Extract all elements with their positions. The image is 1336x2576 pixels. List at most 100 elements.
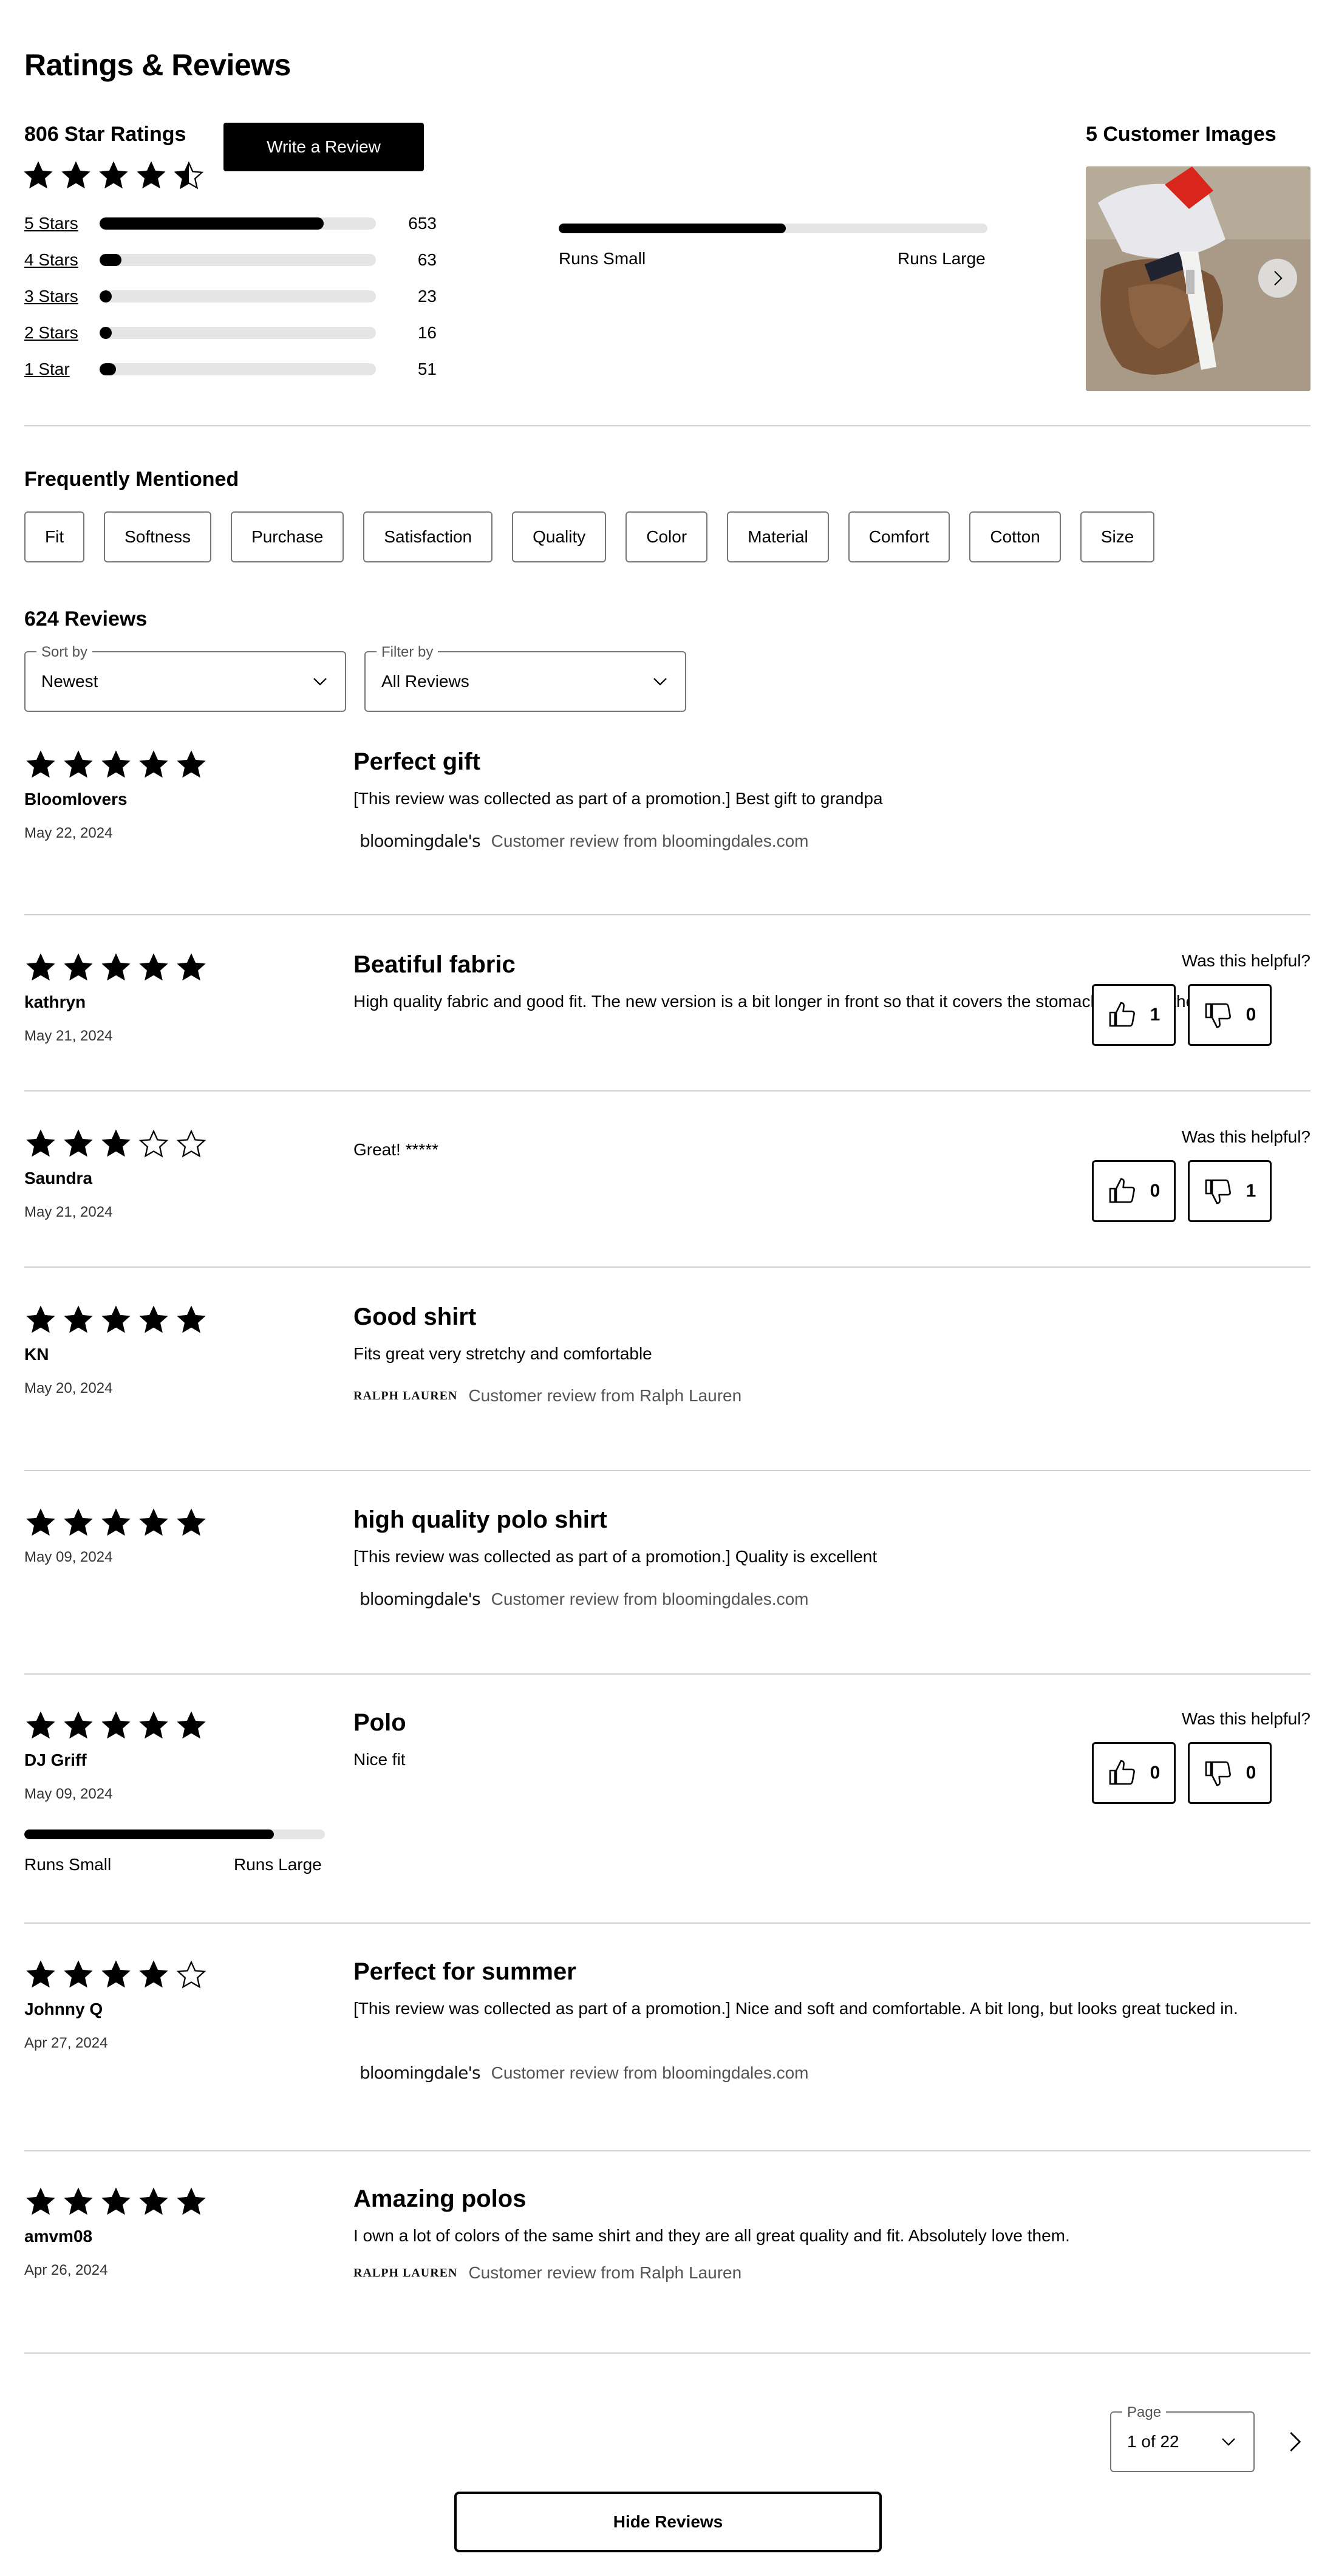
star-icon	[175, 951, 208, 984]
tag-chip[interactable]: Material	[727, 511, 829, 562]
page-select[interactable]: Page 1 of 22	[1110, 2404, 1255, 2472]
star-icon	[137, 1506, 170, 1539]
rating-bar-fill	[100, 217, 324, 230]
review-author: DJ Griff	[24, 1751, 87, 1769]
thumbs-up-icon	[1108, 1758, 1137, 1788]
divider	[24, 425, 1310, 426]
helpful-yes-button[interactable]: 1	[1092, 984, 1176, 1046]
rating-bar	[100, 217, 376, 230]
thumbs-up-icon	[1108, 1000, 1137, 1030]
star-icon	[137, 951, 170, 984]
rating-bar	[100, 290, 376, 302]
divider	[24, 1266, 1310, 1268]
helpful-label: Was this helpful?	[1181, 1127, 1310, 1146]
tag-chip[interactable]: Purchase	[231, 511, 344, 562]
star-icon	[62, 748, 95, 781]
review-author: Bloomlovers	[24, 790, 128, 808]
next-page-button[interactable]	[1280, 2424, 1309, 2460]
rating-row-label[interactable]: 3 Stars	[24, 287, 100, 306]
rating-row-label[interactable]: 4 Stars	[24, 250, 100, 270]
rating-row-label[interactable]: 1 Star	[24, 360, 100, 379]
review-fit-min-label: Runs Small	[24, 1855, 112, 1874]
divider	[24, 2150, 1310, 2151]
tag-chip[interactable]: Cotton	[969, 511, 1061, 562]
helpful-no-button[interactable]: 0	[1188, 984, 1272, 1046]
review-source-text: Customer review from Ralph Lauren	[468, 2263, 742, 2282]
sort-select[interactable]: Sort by Newest	[24, 644, 346, 712]
star-icon	[62, 951, 95, 984]
rating-row[interactable]: 4 Stars 63	[24, 248, 437, 272]
rating-row[interactable]: 2 Stars 16	[24, 321, 437, 345]
review-source: bloomingdale's Customer review from bloom…	[353, 2063, 808, 2083]
fit-min-label: Runs Small	[559, 249, 646, 268]
review-author: amvm08	[24, 2227, 93, 2246]
star-icon	[62, 1958, 95, 1991]
filter-select[interactable]: Filter by All Reviews	[364, 644, 686, 712]
star-icon	[100, 1506, 132, 1539]
next-image-button[interactable]	[1258, 259, 1297, 298]
tag-chip[interactable]: Fit	[24, 511, 85, 562]
rating-row-label[interactable]: 5 Stars	[24, 214, 100, 233]
star-icon	[62, 1709, 95, 1742]
rating-bar	[100, 327, 376, 339]
filter-legend: Filter by	[377, 644, 438, 661]
star-ratings-count: 806 Star Ratings	[24, 123, 186, 146]
write-review-button[interactable]: Write a Review	[223, 123, 424, 171]
tag-chip[interactable]: Comfort	[848, 511, 950, 562]
review-source-text: Customer review from Ralph Lauren	[468, 1386, 742, 1405]
review-date: May 09, 2024	[24, 1549, 113, 1565]
sort-legend: Sort by	[36, 644, 93, 661]
helpful-yes-count: 0	[1150, 1763, 1160, 1783]
rating-bar-fill	[100, 327, 112, 339]
chevron-right-icon	[1283, 2425, 1307, 2459]
bloomingdales-logo: bloomingdale's	[360, 1589, 481, 1609]
star-icon	[137, 2185, 170, 2218]
star-icon	[137, 748, 170, 781]
thumbs-up-icon	[1108, 1177, 1137, 1206]
frequently-mentioned-tags: Fit Softness Purchase Satisfaction Quality Co…	[24, 511, 1155, 562]
helpful-yes-button[interactable]: 0	[1092, 1160, 1176, 1222]
review-source: bloomingdale's Customer review from bloom…	[353, 1589, 808, 1609]
rating-row-count: 16	[417, 323, 437, 342]
star-icon	[175, 2185, 208, 2218]
review-title: Beatiful fabric	[353, 951, 516, 978]
helpful-no-count: 0	[1246, 1005, 1256, 1025]
rating-row-label[interactable]: 2 Stars	[24, 323, 100, 343]
review-body: Great! *****	[353, 1140, 439, 1159]
helpful-no-count: 0	[1246, 1763, 1256, 1783]
tag-chip[interactable]: Softness	[104, 511, 212, 562]
filter-value: All Reviews	[381, 672, 469, 691]
rating-row[interactable]: 1 Star 51	[24, 357, 437, 381]
helpful-no-button[interactable]: 0	[1188, 1742, 1272, 1804]
star-icon	[100, 2185, 132, 2218]
tag-chip[interactable]: Satisfaction	[363, 511, 493, 562]
review-date: Apr 26, 2024	[24, 2262, 108, 2278]
helpful-no-button[interactable]: 1	[1188, 1160, 1272, 1222]
review-stars	[24, 2185, 208, 2218]
star-icon	[22, 159, 55, 192]
helpful-yes-button[interactable]: 0	[1092, 1742, 1176, 1804]
rating-row[interactable]: 3 Stars 23	[24, 284, 437, 309]
fit-max-label: Runs Large	[898, 249, 986, 268]
hide-reviews-button[interactable]: Hide Reviews	[454, 2492, 882, 2552]
thumbs-down-icon	[1204, 1758, 1233, 1788]
review-date: May 20, 2024	[24, 1380, 113, 1396]
average-rating-stars	[22, 159, 205, 192]
review-body: [This review was collected as part of a …	[353, 1999, 1238, 2018]
page-legend: Page	[1122, 2404, 1167, 2421]
review-stars	[24, 748, 208, 781]
half-star-icon	[174, 161, 204, 190]
sort-value: Newest	[41, 672, 98, 691]
bloomingdales-logo: bloomingdale's	[360, 2063, 481, 2083]
divider	[24, 1090, 1310, 1092]
tag-chip[interactable]: Color	[625, 511, 708, 562]
review-author: KN	[24, 1345, 49, 1364]
fit-slider	[559, 224, 987, 233]
tag-chip[interactable]: Quality	[512, 511, 607, 562]
star-icon	[62, 1506, 95, 1539]
tag-chip[interactable]: Size	[1080, 511, 1155, 562]
star-icon	[100, 1303, 132, 1336]
star-icon	[24, 748, 57, 781]
rating-row[interactable]: 5 Stars 653	[24, 211, 437, 236]
customer-image[interactable]	[1086, 166, 1310, 391]
